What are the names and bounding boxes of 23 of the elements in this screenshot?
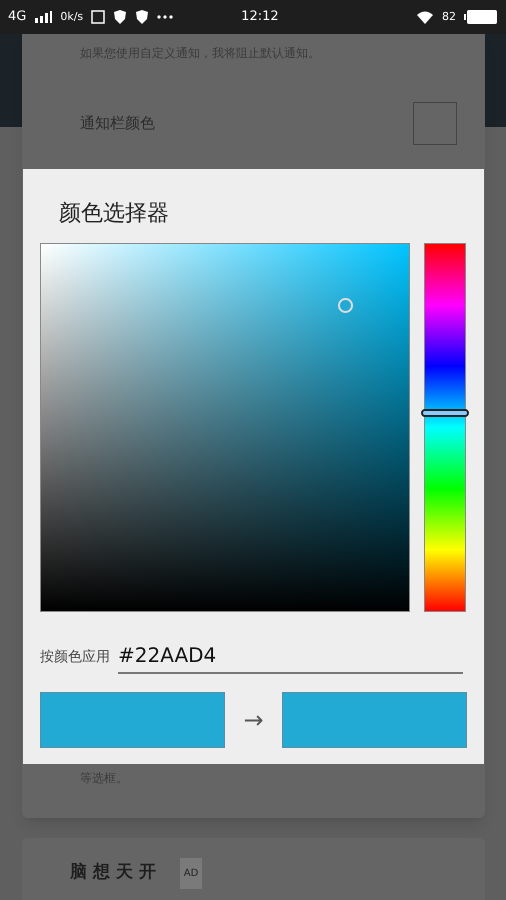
hue-slider[interactable] [424, 243, 466, 612]
banner-title: 脑 想 天 开 [70, 861, 156, 884]
setting-label: 通知栏颜色 [80, 113, 155, 134]
dialog-title: 颜色选择器 [58, 200, 170, 228]
hex-label: 按颜色应用 [40, 648, 110, 667]
battery-percent: 82 [442, 8, 456, 25]
speed-label: 0k/s [60, 8, 84, 25]
network-label: 4G [8, 8, 26, 26]
arrow: → [243, 705, 264, 736]
hex-input[interactable]: #22AAD4 [118, 640, 463, 674]
hue-handle[interactable] [421, 408, 469, 417]
more-icon [157, 15, 174, 19]
color-thumb[interactable] [338, 298, 354, 314]
signal-icon [34, 11, 52, 23]
shield-icon [135, 10, 150, 24]
wifi-icon [416, 10, 434, 24]
ad-tag: AD [180, 858, 202, 888]
saturation-value-area[interactable] [40, 243, 410, 612]
clock: 12:12 [241, 8, 279, 26]
battery-icon [464, 9, 498, 25]
color-swatch[interactable] [413, 102, 457, 145]
app-icon [91, 10, 106, 24]
shield-icon [113, 10, 128, 24]
